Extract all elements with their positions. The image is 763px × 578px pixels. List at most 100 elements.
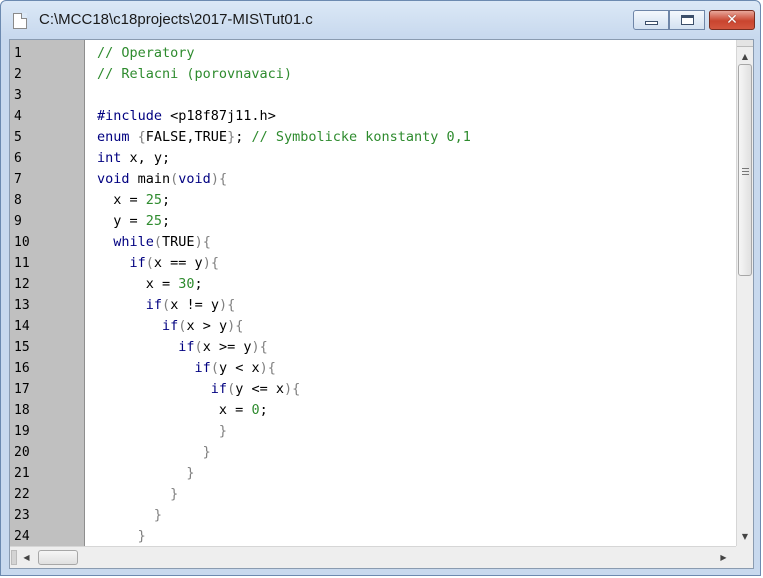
- horizontal-scrollbar[interactable]: ◀ ▶: [10, 546, 736, 568]
- code-token: {: [227, 297, 236, 313]
- code-token: if: [145, 297, 163, 313]
- code-token: (: [162, 297, 171, 313]
- code-token: y <= x: [235, 381, 284, 397]
- code-line[interactable]: }: [97, 442, 211, 463]
- line-number: 13: [14, 298, 30, 313]
- code-token: #include: [97, 108, 171, 124]
- arrow-right-icon[interactable]: ▶: [715, 547, 732, 568]
- arrow-left-icon[interactable]: ◀: [18, 547, 35, 568]
- code-token: // Operatory: [97, 45, 195, 61]
- code-token: }: [97, 465, 195, 481]
- code-token: {: [137, 129, 146, 145]
- code-token: ): [210, 171, 219, 187]
- grip-icon: [742, 168, 749, 175]
- scrollbar-corner: [736, 546, 753, 568]
- code-token: if: [162, 318, 179, 334]
- code-token: x == y: [153, 255, 203, 271]
- line-number: 6: [14, 151, 22, 166]
- line-number: 20: [14, 445, 30, 460]
- code-line[interactable]: #include <p18f87j11.h>: [97, 106, 276, 127]
- code-token: // Symbolicke konstanty 0,1: [251, 129, 471, 145]
- code-token: ;: [235, 129, 252, 145]
- code-line[interactable]: // Operatory: [97, 43, 195, 64]
- line-number: 5: [14, 130, 22, 145]
- code-token: 25: [145, 192, 163, 208]
- code-editor[interactable]: // Operatory // Relacni (porovnavaci) #inc…: [85, 40, 736, 546]
- code-token: ): [259, 360, 268, 376]
- code-line[interactable]: }: [97, 421, 227, 442]
- horizontal-scroll-thumb[interactable]: [38, 550, 78, 565]
- code-line[interactable]: if(x >= y){: [97, 337, 267, 358]
- code-line[interactable]: int x, y;: [97, 148, 170, 169]
- code-token: if: [178, 339, 195, 355]
- line-number: 10: [14, 235, 30, 250]
- code-line[interactable]: if(y <= x){: [97, 379, 300, 400]
- code-line[interactable]: x = 0;: [97, 400, 268, 421]
- code-token: 25: [145, 213, 163, 229]
- code-token: enum: [97, 129, 138, 145]
- code-line[interactable]: }: [97, 484, 178, 505]
- code-token: (: [145, 255, 154, 271]
- code-line[interactable]: enum {FALSE,TRUE}; // Symbolicke konstan…: [97, 127, 471, 148]
- line-number: 23: [14, 508, 30, 523]
- code-line[interactable]: if(x == y){: [97, 253, 219, 274]
- code-token: (: [210, 360, 219, 376]
- code-token: (: [194, 339, 203, 355]
- code-token: 30: [178, 276, 195, 292]
- code-token: }: [97, 444, 211, 460]
- arrow-down-icon[interactable]: ▼: [737, 528, 753, 545]
- code-line[interactable]: }: [97, 463, 195, 484]
- line-number: 22: [14, 487, 30, 502]
- vertical-scrollbar[interactable]: ▲ ▼: [736, 40, 753, 546]
- vertical-split-handle[interactable]: [737, 40, 753, 47]
- code-token: y =: [97, 213, 146, 229]
- code-token: ): [227, 318, 236, 334]
- line-number-gutter: 1 2 3 4 5 6 7 8 9 10 11 12 13 14 15 16 17 18 19 20 21 22 23 24: [10, 40, 85, 546]
- code-line[interactable]: }: [97, 505, 162, 526]
- code-line[interactable]: if(x > y){: [97, 316, 243, 337]
- code-token: ): [194, 234, 203, 250]
- code-token: {: [210, 255, 219, 271]
- code-token: ;: [194, 276, 203, 292]
- code-line[interactable]: while(TRUE){: [97, 232, 211, 253]
- code-line[interactable]: void main(void){: [97, 169, 227, 190]
- code-token: {: [267, 360, 276, 376]
- code-token: ): [251, 339, 260, 355]
- maximize-button[interactable]: [669, 10, 705, 30]
- minimize-button[interactable]: [633, 10, 669, 30]
- editor-client-area: 1 2 3 4 5 6 7 8 9 10 11 12 13 14 15 16 17 18 19 20 21 22 23 24 …: [9, 39, 754, 569]
- line-number: 7: [14, 172, 22, 187]
- close-button[interactable]: ✕: [709, 10, 755, 30]
- horizontal-split-handle[interactable]: [11, 550, 17, 565]
- code-line[interactable]: if(x != y){: [97, 295, 235, 316]
- code-token: x =: [97, 402, 252, 418]
- code-line[interactable]: y = 25;: [97, 211, 170, 232]
- code-line[interactable]: if(y < x){: [97, 358, 276, 379]
- vertical-scroll-thumb[interactable]: [738, 64, 752, 276]
- code-line[interactable]: }: [97, 526, 146, 546]
- code-token: if: [210, 381, 228, 397]
- code-token: int: [97, 150, 130, 166]
- code-token: x =: [97, 276, 179, 292]
- code-token: ;: [162, 192, 171, 208]
- document-icon: [13, 13, 27, 29]
- code-line[interactable]: // Relacni (porovnavaci): [97, 64, 292, 85]
- arrow-up-icon[interactable]: ▲: [737, 48, 753, 65]
- code-token: ;: [162, 213, 171, 229]
- title-bar[interactable]: C:\MCC18\c18projects\2017-MIS\Tut01.c ✕: [1, 1, 760, 39]
- code-line[interactable]: x = 25;: [97, 190, 170, 211]
- code-token: x, y;: [129, 150, 171, 166]
- maximize-icon: [680, 15, 694, 25]
- code-token: y < x: [218, 360, 260, 376]
- line-number: 14: [14, 319, 30, 334]
- minimize-icon: [644, 21, 658, 25]
- code-line[interactable]: x = 30;: [97, 274, 203, 295]
- line-number: 4: [14, 109, 22, 124]
- code-token: {: [235, 318, 244, 334]
- editor-window: C:\MCC18\c18projects\2017-MIS\Tut01.c ✕ …: [0, 0, 761, 576]
- code-token: (: [153, 234, 163, 250]
